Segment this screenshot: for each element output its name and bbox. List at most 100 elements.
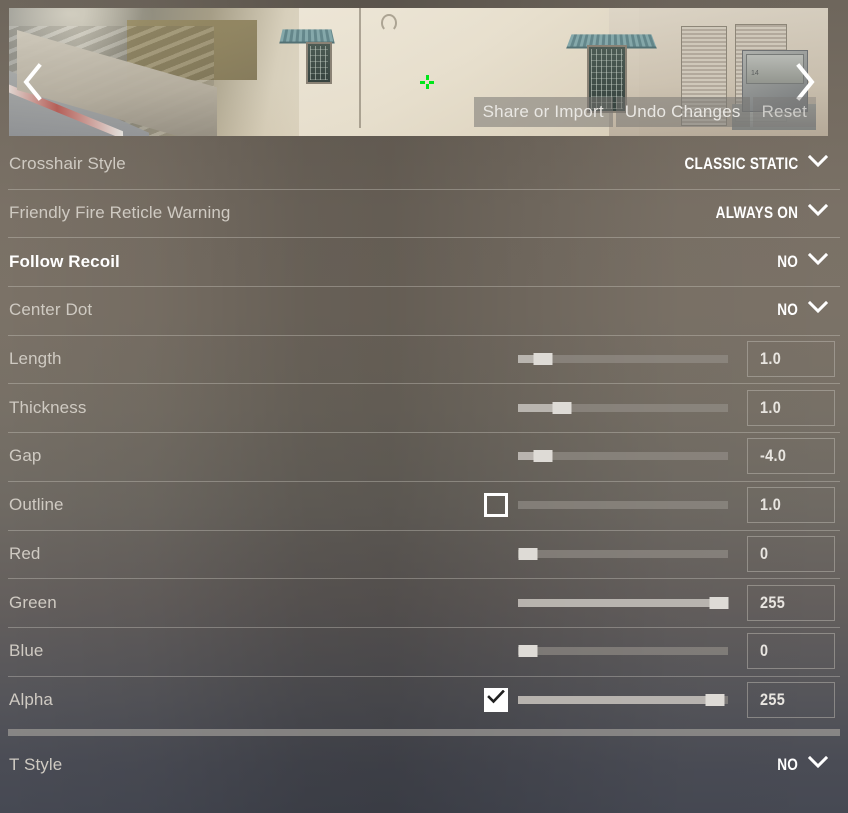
settings-row-friendly-fire-reticle-warning[interactable]: Friendly Fire Reticle Warning ALWAYS ON xyxy=(0,188,848,238)
dropdown-follow-recoil[interactable]: NO xyxy=(772,252,848,272)
slider-fill xyxy=(518,695,716,704)
dropdown-t-style[interactable]: NO xyxy=(772,755,848,775)
settings-row-label: Thickness xyxy=(9,397,87,417)
value-input-red[interactable]: 0 xyxy=(747,535,835,572)
dropdown-friendly-fire-reticle-warning[interactable]: ALWAYS ON xyxy=(695,203,848,223)
chevron-down-icon[interactable] xyxy=(807,301,829,319)
chevron-down-icon[interactable] xyxy=(807,755,829,774)
value-input-green[interactable]: 255 xyxy=(747,584,835,621)
dropdown-value: NO xyxy=(777,251,798,271)
settings-row-label: Friendly Fire Reticle Warning xyxy=(9,203,231,223)
value-text: 1.0 xyxy=(760,495,782,515)
slider-outline[interactable] xyxy=(518,501,728,510)
settings-row-t-style[interactable]: T Style NO xyxy=(0,740,848,789)
crosshair-settings-screen: 14 Share or Import Undo Changes Reset Cr… xyxy=(0,0,848,813)
undo-changes-button[interactable]: Undo Changes xyxy=(615,97,750,127)
dropdown-value: NO xyxy=(777,300,798,320)
settings-row-label: Blue xyxy=(9,641,44,661)
slider-handle[interactable] xyxy=(533,353,553,366)
crosshair-arm-right xyxy=(429,81,434,84)
share-or-import-button[interactable]: Share or Import xyxy=(473,97,613,127)
slider-handle[interactable] xyxy=(533,450,553,463)
settings-row-control: NO xyxy=(772,237,848,286)
settings-row-follow-recoil[interactable]: Follow Recoil NO xyxy=(0,237,848,286)
scene-crate-label: 14 xyxy=(751,70,759,77)
section-separator-bar[interactable] xyxy=(8,729,840,737)
scene-window-left xyxy=(306,42,332,84)
dropdown-crosshair-style[interactable]: CLASSIC STATIC xyxy=(656,154,848,174)
settings-row-blue[interactable]: Blue 0 xyxy=(0,626,848,676)
dropdown-value: ALWAYS ON xyxy=(715,203,798,223)
settings-row-label: Gap xyxy=(9,446,42,466)
settings-row-gap[interactable]: Gap -4.0 xyxy=(0,432,848,481)
value-text: 1.0 xyxy=(760,349,782,369)
slider-alpha[interactable] xyxy=(518,693,728,706)
settings-row-label: Length xyxy=(9,349,62,369)
value-text: -4.0 xyxy=(760,446,787,466)
value-input-blue[interactable]: 0 xyxy=(747,633,835,670)
value-input-length[interactable]: 1.0 xyxy=(747,341,835,378)
chevron-left-icon[interactable] xyxy=(15,60,49,104)
slider-fill xyxy=(518,598,722,607)
settings-row-red[interactable]: Red 0 xyxy=(0,529,848,579)
dropdown-value: CLASSIC STATIC xyxy=(684,154,798,174)
slider-track xyxy=(518,549,728,558)
slider-handle[interactable] xyxy=(709,596,728,609)
slider-handle[interactable] xyxy=(552,401,572,414)
slider-handle[interactable] xyxy=(705,693,725,706)
value-text: 0 xyxy=(760,543,769,563)
crosshair-settings-list: Crosshair Style CLASSIC STATIC Friendly Fi… xyxy=(0,140,848,789)
value-input-outline[interactable]: 1.0 xyxy=(747,487,835,524)
slider-blue[interactable] xyxy=(518,645,728,658)
value-text: 1.0 xyxy=(760,397,782,417)
settings-row-label: Green xyxy=(9,592,57,612)
slider-green[interactable] xyxy=(518,596,728,609)
checkbox-outline[interactable] xyxy=(484,493,508,518)
value-text: 255 xyxy=(760,689,786,709)
slider-length[interactable] xyxy=(518,353,728,366)
settings-row-center-dot[interactable]: Center Dot NO xyxy=(0,286,848,335)
crosshair-preview-viewport: 14 Share or Import Undo Changes Reset xyxy=(9,8,828,136)
settings-row-length[interactable]: Length 1.0 xyxy=(0,334,848,384)
settings-row-label: Outline xyxy=(9,495,64,515)
settings-row-label: T Style xyxy=(9,754,63,774)
settings-row-control: ALWAYS ON xyxy=(695,189,848,238)
value-input-thickness[interactable]: 1.0 xyxy=(747,389,835,426)
crosshair-arm-left xyxy=(420,81,425,84)
settings-row-label: Alpha xyxy=(9,689,53,709)
dropdown-value: NO xyxy=(777,754,798,774)
slider-red[interactable] xyxy=(518,547,728,560)
settings-row-label: Follow Recoil xyxy=(9,251,120,271)
settings-row-green[interactable]: Green 255 xyxy=(0,578,848,627)
slider-handle[interactable] xyxy=(518,547,537,560)
settings-row-outline[interactable]: Outline 1.0 xyxy=(0,480,848,530)
value-text: 0 xyxy=(760,641,769,661)
checkbox-alpha[interactable] xyxy=(484,687,508,712)
slider-handle[interactable] xyxy=(518,645,537,658)
settings-row-alpha[interactable]: Alpha 255 xyxy=(0,675,848,725)
reset-button[interactable]: Reset xyxy=(752,97,816,127)
settings-row-control: NO xyxy=(772,286,848,335)
settings-row-control: NO xyxy=(772,740,848,789)
chevron-down-icon[interactable] xyxy=(807,203,829,222)
settings-row-label: Crosshair Style xyxy=(9,154,126,174)
scene-pipe xyxy=(359,8,361,128)
value-input-alpha[interactable]: 255 xyxy=(747,681,835,718)
scene-hook xyxy=(381,14,397,32)
slider-track xyxy=(518,647,728,656)
value-text: 255 xyxy=(760,592,786,612)
slider-gap[interactable] xyxy=(518,450,728,463)
settings-row-thickness[interactable]: Thickness 1.0 xyxy=(0,383,848,432)
check-icon xyxy=(487,690,505,709)
value-input-gap[interactable]: -4.0 xyxy=(747,438,835,475)
settings-row-control: CLASSIC STATIC xyxy=(656,140,848,189)
crosshair-arm-bottom xyxy=(426,84,429,89)
settings-row-crosshair-style[interactable]: Crosshair Style CLASSIC STATIC xyxy=(0,140,848,189)
chevron-down-icon[interactable] xyxy=(807,252,829,271)
slider-thickness[interactable] xyxy=(518,401,728,414)
settings-row-label: Center Dot xyxy=(9,300,93,320)
slider-track xyxy=(518,501,728,510)
settings-row-label: Red xyxy=(9,543,41,563)
dropdown-center-dot[interactable]: NO xyxy=(772,300,848,320)
chevron-down-icon[interactable] xyxy=(807,155,829,173)
